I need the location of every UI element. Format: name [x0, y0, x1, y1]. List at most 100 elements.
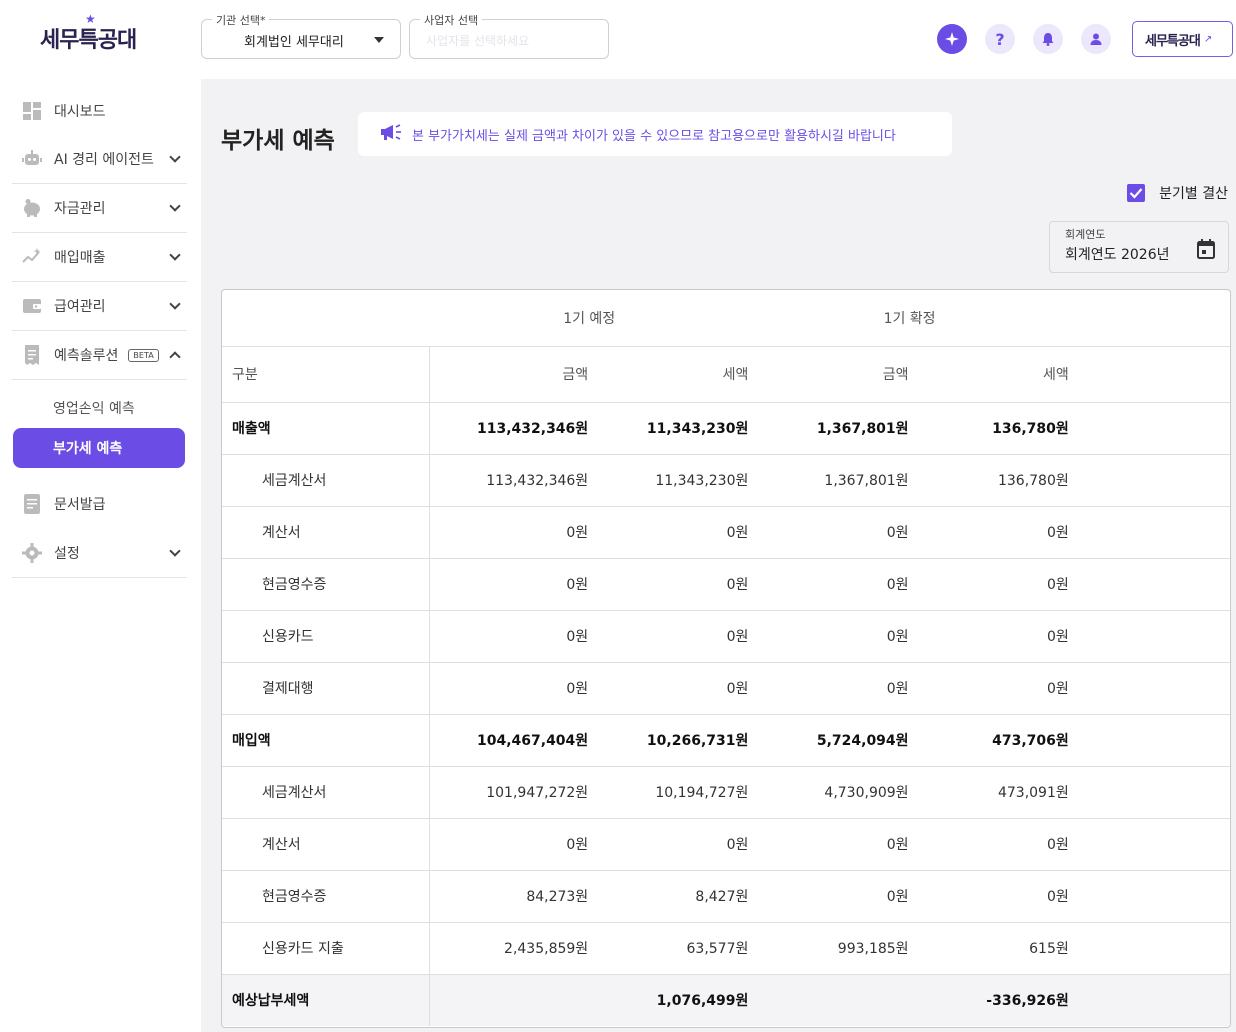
sidebar-item-label: 급여관리 — [54, 299, 106, 315]
table-row: 현금영수증 0원 0원 0원 0원 — [222, 558, 1230, 611]
sidebar-item-settings[interactable]: 설정 — [12, 529, 187, 577]
row-cell: 0원 — [909, 818, 1070, 871]
sidebar-item-label: 설정 — [54, 546, 80, 562]
row-cell: 0원 — [429, 818, 590, 871]
row-cell: -336,926원 — [909, 974, 1070, 1026]
table-row: 세금계산서 101,947,272원 10,194,727원 4,730,909원 47… — [222, 766, 1230, 819]
table-row: 신용카드 지출 2,435,859원 63,577원 993,185원 615원 — [222, 922, 1230, 975]
row-spacer — [1069, 402, 1230, 455]
row-cell: 615원 — [909, 922, 1070, 975]
row-spacer — [1069, 662, 1230, 715]
row-cell: 0원 — [909, 506, 1070, 559]
chevron-down-icon — [169, 151, 181, 163]
row-cell: 84,273원 — [429, 870, 590, 923]
brand-logo[interactable]: ★ 세무특공대 — [40, 12, 140, 58]
row-cell: 0원 — [589, 662, 750, 715]
divider — [12, 379, 187, 380]
ai-sparkle-icon[interactable] — [937, 24, 967, 54]
piggy-bank-icon — [22, 198, 42, 218]
caret-down-icon — [374, 37, 384, 43]
bell-icon[interactable] — [1033, 24, 1063, 54]
column-header-category: 구분 — [222, 346, 430, 403]
column-header-amount: 금액 — [749, 346, 910, 403]
row-cell: 0원 — [749, 506, 910, 559]
user-icon[interactable] — [1081, 24, 1111, 54]
row-spacer — [1069, 818, 1230, 871]
chevron-down-icon — [169, 298, 181, 310]
notice-text: 본 부가가치세는 실제 금액과 차이가 있을 수 있으므로 참고용으로만 활용하… — [412, 128, 896, 144]
sidebar-item-funds[interactable]: 자금관리 — [12, 184, 187, 232]
fiscal-year-picker[interactable]: 회계연도 회계연도 2026년 — [1049, 221, 1229, 273]
row-cell: 1,367,801원 — [749, 454, 910, 507]
group-header-1st-final: 1기 확정 — [749, 290, 1070, 347]
table-row: 신용카드 0원 0원 0원 0원 — [222, 610, 1230, 663]
row-cell: 0원 — [749, 662, 910, 715]
row-cell: 0원 — [909, 662, 1070, 715]
row-cell: 11,343,230원 — [589, 402, 750, 455]
org-select[interactable]: 기관 선택* 회계법인 세무대리 — [201, 12, 401, 59]
table-row: 매출액 113,432,346원 11,343,230원 1,367,801원 136,… — [222, 402, 1230, 455]
column-header-tax: 세액 — [909, 346, 1070, 403]
vat-forecast-table: 1기 예정 1기 확정 구분 금액 세액 금액 세액 매출액 113,432,34… — [221, 289, 1231, 1028]
divider — [12, 577, 187, 578]
table-column-header-row: 구분 금액 세액 금액 세액 — [222, 346, 1230, 403]
row-cell: 0원 — [589, 818, 750, 871]
row-cell: 0원 — [909, 610, 1070, 663]
row-cell: 0원 — [429, 662, 590, 715]
chevron-down-icon — [169, 200, 181, 212]
row-spacer — [1069, 766, 1230, 819]
table-row: 결제대행 0원 0원 0원 0원 — [222, 662, 1230, 715]
dashboard-icon — [22, 101, 42, 121]
row-label: 현금영수증 — [222, 558, 430, 611]
sidebar-item-documents[interactable]: 문서발급 — [12, 480, 187, 528]
row-label: 세금계산서 — [222, 454, 430, 507]
notice-banner: 본 부가가치세는 실제 금액과 차이가 있을 수 있으므로 참고용으로만 활용하… — [358, 112, 952, 156]
business-select[interactable]: 사업자 선택 사업자를 선택하세요 — [409, 12, 609, 59]
help-icon[interactable]: ? — [985, 24, 1015, 54]
sidebar-subitem-operating-forecast[interactable]: 영업손익 예측 — [13, 388, 185, 428]
org-select-value: 회계법인 세무대리 — [244, 35, 344, 50]
table-group-header-row: 1기 예정 1기 확정 — [222, 290, 1230, 347]
sidebar-item-label: 문서발급 — [54, 497, 106, 513]
sidebar-subitem-vat-forecast[interactable]: 부가세 예측 — [13, 428, 185, 468]
row-spacer — [1069, 610, 1230, 663]
row-label: 현금영수증 — [222, 870, 430, 923]
table-row: 현금영수증 84,273원 8,427원 0원 0원 — [222, 870, 1230, 923]
row-cell: 63,577원 — [589, 922, 750, 975]
row-cell: 104,467,404원 — [429, 714, 590, 767]
row-cell: 0원 — [429, 610, 590, 663]
table-row: 예상납부세액 1,076,499원 -336,926원 — [222, 974, 1230, 1026]
column-header-amount: 금액 — [429, 346, 590, 403]
sidebar-item-payroll[interactable]: 급여관리 — [12, 282, 187, 330]
row-label: 신용카드 지출 — [222, 922, 430, 975]
row-cell: 0원 — [429, 558, 590, 611]
sidebar-item-ai-agent[interactable]: AI 경리 에이전트 — [12, 135, 187, 183]
quarterly-checkbox-row[interactable]: 분기별 결산 — [1127, 183, 1228, 203]
row-cell: 10,194,727원 — [589, 766, 750, 819]
table-body: 매출액 113,432,346원 11,343,230원 1,367,801원 136,… — [222, 402, 1230, 1026]
row-cell: 8,427원 — [589, 870, 750, 923]
row-cell: 473,706원 — [909, 714, 1070, 767]
row-spacer — [1069, 714, 1230, 767]
chevron-up-icon — [169, 351, 181, 363]
sidebar-subitem-label: 부가세 예측 — [53, 441, 123, 457]
row-cell: 0원 — [749, 558, 910, 611]
sidebar-item-dashboard[interactable]: 대시보드 — [12, 87, 187, 135]
row-cell: 2,435,859원 — [429, 922, 590, 975]
sidebar-item-label: 자금관리 — [54, 201, 106, 217]
table-header-empty — [1069, 290, 1230, 347]
row-cell — [429, 974, 590, 1026]
column-header-tax: 세액 — [589, 346, 750, 403]
calendar-icon[interactable] — [1197, 239, 1215, 263]
brand-link-button[interactable]: 세무특공대 ↗ — [1132, 21, 1233, 57]
sidebar-item-purchase-sales[interactable]: 매입매출 — [12, 233, 187, 281]
row-label: 신용카드 — [222, 610, 430, 663]
sidebar-item-prediction[interactable]: 예측솔루션 BETA — [12, 331, 187, 379]
org-select-label: 기관 선택* — [212, 12, 270, 28]
sparkle-chart-icon — [22, 247, 42, 267]
row-label: 예상납부세액 — [222, 974, 430, 1026]
gear-icon — [22, 543, 42, 563]
row-spacer — [1069, 454, 1230, 507]
quarterly-checkbox[interactable] — [1127, 184, 1146, 202]
page-title: 부가세 예측 — [221, 128, 335, 154]
